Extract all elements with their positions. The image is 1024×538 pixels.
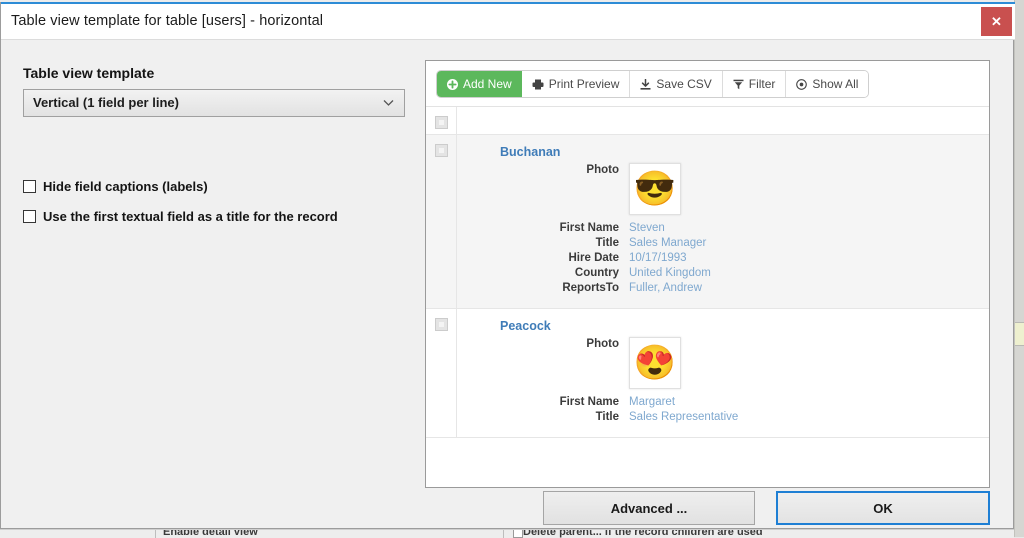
row-content: Buchanan Photo 😎 First Name Steven Title… — [457, 135, 989, 308]
field-value: Margaret — [629, 395, 989, 410]
table-view-template-dialog: Table view template for table [users] - … — [0, 2, 1014, 529]
select-all-checkbox[interactable] — [435, 116, 448, 129]
save-csv-label: Save CSV — [656, 77, 711, 91]
row-content: Peacock Photo 😍 First Name Margaret Titl… — [457, 309, 989, 437]
field-label: First Name — [457, 395, 619, 410]
print-preview-button[interactable]: Print Preview — [522, 71, 631, 97]
filter-label: Filter — [749, 77, 776, 91]
avatar: 😍 — [629, 337, 681, 389]
background-window-right-strip — [1014, 0, 1024, 537]
record-list: Buchanan Photo 😎 First Name Steven Title… — [426, 107, 989, 487]
preview-panel: Add New Print Preview — [425, 60, 990, 488]
field-label-photo: Photo — [457, 163, 619, 221]
settings-pane: Table view template Vertical (1 field pe… — [1, 40, 421, 527]
first-textual-field-title-label: Use the first textual field as a title f… — [43, 209, 338, 224]
field-value-photo: 😍 — [629, 337, 989, 395]
advanced-button[interactable]: Advanced ... — [543, 491, 755, 525]
row-select-checkbox[interactable] — [435, 144, 448, 157]
field-label: Country — [457, 266, 619, 281]
record-field-grid: Photo 😍 First Name Margaret Title Sales … — [457, 337, 989, 437]
row-select-checkbox[interactable] — [435, 318, 448, 331]
template-section-title: Table view template — [23, 65, 154, 81]
first-textual-field-title-checkbox[interactable]: Use the first textual field as a title f… — [23, 209, 338, 224]
show-all-button[interactable]: Show All — [786, 71, 868, 97]
field-label: Hire Date — [457, 251, 619, 266]
record-title[interactable]: Buchanan — [457, 135, 989, 163]
preview-toolbar: Add New Print Preview — [426, 61, 989, 107]
field-value: 10/17/1993 — [629, 251, 989, 266]
dialog-body: Table view template Vertical (1 field pe… — [1, 40, 1013, 527]
funnel-icon — [733, 79, 744, 90]
dialog-title: Table view template for table [users] - … — [11, 13, 323, 29]
avatar: 😎 — [629, 163, 681, 215]
field-value: Fuller, Andrew — [629, 281, 989, 296]
table-row: Peacock Photo 😍 First Name Margaret Titl… — [426, 309, 989, 438]
record-field-grid: Photo 😎 First Name Steven Title Sales Ma… — [457, 163, 989, 308]
table-row — [426, 107, 989, 135]
print-preview-label: Print Preview — [549, 77, 620, 91]
field-label: ReportsTo — [457, 281, 619, 296]
field-value: Steven — [629, 221, 989, 236]
row-checkbox-cell — [426, 107, 457, 134]
field-value: Sales Representative — [629, 410, 989, 425]
chevron-down-icon — [383, 97, 394, 108]
toolbar-button-group: Add New Print Preview — [437, 71, 868, 97]
row-checkbox-cell — [426, 309, 457, 437]
screen-root: Enable detail view Delete parent... if t… — [0, 0, 1024, 537]
template-select[interactable]: Vertical (1 field per line) — [23, 89, 405, 117]
background-highlight-marker — [1015, 322, 1024, 346]
plus-circle-icon — [447, 79, 458, 90]
target-icon — [796, 79, 807, 90]
field-value: Sales Manager — [629, 236, 989, 251]
download-icon — [640, 79, 651, 90]
show-all-label: Show All — [812, 77, 858, 91]
field-value: United Kingdom — [629, 266, 989, 281]
table-row: Buchanan Photo 😎 First Name Steven Title… — [426, 135, 989, 309]
add-new-label: Add New — [463, 77, 512, 91]
field-label: Title — [457, 410, 619, 425]
add-new-button[interactable]: Add New — [437, 71, 522, 97]
filter-button[interactable]: Filter — [723, 71, 787, 97]
row-checkbox-cell — [426, 135, 457, 308]
record-title[interactable]: Peacock — [457, 309, 989, 337]
row-content — [457, 107, 989, 134]
save-csv-button[interactable]: Save CSV — [630, 71, 722, 97]
field-label: First Name — [457, 221, 619, 236]
field-label-photo: Photo — [457, 337, 619, 395]
hide-field-captions-label: Hide field captions (labels) — [43, 179, 208, 194]
field-value-photo: 😎 — [629, 163, 989, 221]
ok-button[interactable]: OK — [776, 491, 990, 525]
printer-icon — [532, 79, 544, 90]
dialog-titlebar: Table view template for table [users] - … — [1, 4, 1015, 40]
checkbox-box — [23, 180, 36, 193]
template-select-value: Vertical (1 field per line) — [33, 95, 179, 110]
checkbox-box — [23, 210, 36, 223]
hide-field-captions-checkbox[interactable]: Hide field captions (labels) — [23, 179, 208, 194]
field-label: Title — [457, 236, 619, 251]
close-icon[interactable]: ✕ — [981, 7, 1012, 36]
